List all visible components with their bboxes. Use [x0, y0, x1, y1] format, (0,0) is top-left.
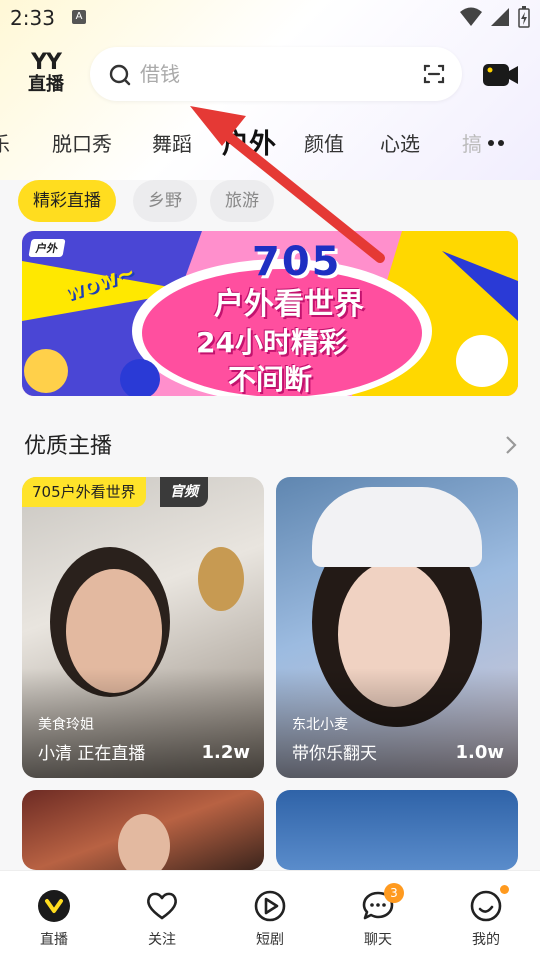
nav-label: 我的 — [472, 932, 500, 948]
card-subtitle: 美食玲姐 — [38, 717, 94, 733]
viewer-count: 1.2w — [201, 742, 250, 763]
tab-outdoor[interactable]: 户外 — [222, 122, 276, 161]
card-name: 小清 正在直播 — [38, 744, 146, 764]
streamer-card[interactable]: 705户外看世界 官频 美食玲姐 小清 正在直播 1.2w — [22, 477, 264, 778]
tab-music[interactable]: 乐 — [0, 128, 10, 157]
profile-icon — [470, 890, 502, 922]
card-name: 带你乐翻天 — [292, 744, 377, 764]
battery-icon — [518, 6, 530, 28]
unread-badge: 3 — [384, 883, 404, 903]
category-tabs: 乐 脱口秀 舞蹈 户外 颜值 心选 搞 — [0, 120, 540, 164]
gourd-decoration — [198, 547, 244, 611]
nav-label: 短剧 — [256, 932, 284, 948]
nav-follow[interactable]: 关注 — [122, 889, 202, 949]
status-time: 2:33 — [10, 6, 55, 30]
nav-label: 关注 — [148, 932, 176, 948]
viewer-count: 1.0w — [455, 742, 504, 763]
logo-text-top: YY — [31, 50, 62, 75]
nav-chat[interactable]: 3 聊天 — [338, 883, 418, 949]
card-subtitle: 东北小麦 — [292, 717, 348, 733]
wifi-icon — [460, 7, 482, 26]
heart-icon — [147, 892, 177, 920]
tab-dance[interactable]: 舞蹈 — [152, 128, 192, 157]
logo-text-bottom: 直播 — [28, 74, 64, 95]
chip-countryside[interactable]: 乡野 — [133, 180, 197, 222]
search-input[interactable] — [140, 57, 400, 91]
nav-short-drama[interactable]: 短剧 — [230, 889, 310, 949]
notification-icon: A — [72, 10, 86, 24]
streamer-card[interactable] — [22, 790, 264, 870]
promo-banner[interactable]: 户外 wow~ 705 户外看世界 24小时精彩 不间断 — [22, 231, 518, 396]
more-categories-icon[interactable] — [488, 140, 504, 146]
tab-selection[interactable]: 心选 — [380, 128, 420, 157]
camera-icon[interactable] — [482, 58, 520, 94]
official-badge: 官频 — [160, 477, 208, 507]
scan-icon[interactable] — [422, 62, 446, 90]
banner-line-1: 户外看世界 — [214, 287, 364, 322]
streamer-card[interactable] — [276, 790, 518, 870]
status-indicators — [460, 6, 530, 28]
streamer-card[interactable]: 东北小麦 带你乐翻天 1.0w — [276, 477, 518, 778]
bottom-nav: 直播 关注 短剧 3 聊天 我的 — [0, 870, 540, 960]
search-bar[interactable] — [90, 47, 462, 101]
tab-talk-show[interactable]: 脱口秀 — [52, 128, 112, 157]
banner-badge: 户外 — [28, 239, 66, 257]
signal-icon — [491, 8, 509, 26]
app-logo[interactable]: YY 直播 — [22, 52, 70, 98]
tab-funny[interactable]: 搞 — [462, 128, 482, 157]
card-tag: 705户外看世界 — [22, 477, 146, 507]
tab-looks[interactable]: 颜值 — [304, 128, 344, 157]
banner-line-2: 24小时精彩 — [196, 326, 347, 359]
chevron-right-icon[interactable] — [504, 435, 518, 459]
nav-label: 聊天 — [364, 932, 392, 948]
section-title: 优质主播 — [24, 434, 113, 459]
banner-line-3: 不间断 — [228, 363, 313, 396]
nav-profile[interactable]: 我的 — [446, 885, 526, 949]
card-image-hat — [312, 487, 482, 567]
card-image-face — [118, 814, 170, 870]
notification-dot — [500, 885, 509, 894]
chip-travel[interactable]: 旅游 — [210, 180, 274, 222]
play-icon — [254, 890, 286, 922]
live-icon — [38, 890, 70, 922]
chip-highlight-live[interactable]: 精彩直播 — [18, 180, 116, 222]
nav-label: 直播 — [40, 932, 68, 948]
search-icon — [108, 63, 132, 91]
status-bar: 2:33 A — [0, 0, 540, 36]
nav-live[interactable]: 直播 — [14, 889, 94, 949]
